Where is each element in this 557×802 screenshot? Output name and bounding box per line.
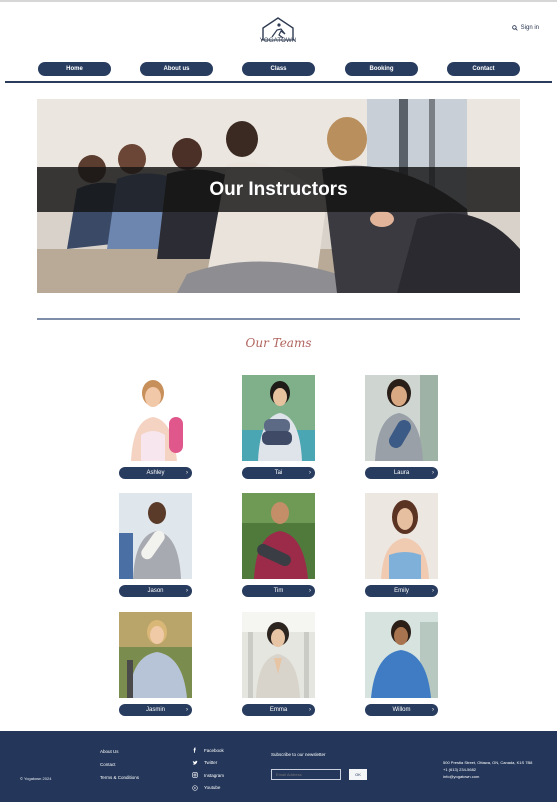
chevron-right-icon: › [186,588,188,594]
chevron-right-icon: › [186,470,188,476]
instructor-card: Willom › [365,612,438,716]
sign-in-label: Sign in [520,25,539,31]
section-divider [37,318,520,320]
instructor-name: Ashley [146,470,165,476]
instructor-photo [242,375,315,461]
instructor-name: Willom [392,707,411,713]
instagram-icon [192,772,198,778]
instructor-name-button[interactable]: Tim › [242,585,315,597]
nav-booking-button[interactable]: Booking [345,62,418,76]
instructor-card: Ashley › [119,375,192,479]
footer-link-contact[interactable]: Contact [100,762,139,767]
chevron-right-icon: › [432,470,434,476]
social-label: Twitter [204,760,218,766]
social-link-youtube[interactable]: Youtube [192,782,224,795]
contact-phone: +1 (613) 234-5682 [443,767,477,772]
instructor-name-button[interactable]: Emma › [242,704,315,716]
social-label: Youtube [204,785,221,791]
chevron-right-icon: › [186,707,188,713]
instructor-photo [365,375,438,461]
chevron-right-icon: › [309,707,311,713]
instructor-name-button[interactable]: Laura › [365,467,438,479]
instructor-name: Emma [269,707,288,713]
instructor-card: Tim › [242,493,315,597]
instructor-photo [365,612,438,698]
instructor-name: Laura [393,470,410,476]
instructor-name: Emily [394,588,409,594]
instructor-name-button[interactable]: Ashley › [119,467,192,479]
sign-in-link[interactable]: Sign in [511,25,539,31]
newsletter-email-input[interactable] [271,769,341,780]
hero-title: Our Instructors [209,179,348,200]
instructor-card: Emily › [365,493,438,597]
teams-heading: Our Teams [245,336,312,350]
instructor-photo [242,612,315,698]
top-border [0,0,557,2]
newsletter-submit-button[interactable]: OK [349,769,367,780]
instructor-name: Tim [273,588,284,594]
instructor-name-button[interactable]: Tai › [242,467,315,479]
instructor-photo [119,493,192,579]
chevron-right-icon: › [432,588,434,594]
instructor-photo [119,612,192,698]
youtube-icon [192,785,198,791]
chevron-right-icon: › [309,588,311,594]
social-label: Facebook [204,747,224,753]
social-link-twitter[interactable]: Twitter [192,757,224,770]
footer-links: About Us Contact Terms & Conditions [100,749,139,788]
contact-info: 500 Prestia Street, Ottawa, ON, Canada, … [443,759,532,780]
instructor-name-button[interactable]: Jasmin › [119,704,192,716]
instructor-name-button[interactable]: Jason › [119,585,192,597]
twitter-icon [192,760,198,765]
yogatown-logo[interactable]: YOGATOWN [258,16,298,50]
social-link-instagram[interactable]: Instagram [192,769,224,782]
instructor-photo [365,493,438,579]
instructor-card: Jasmin › [119,612,192,716]
newsletter-label: Subscribe to our newsletter [271,752,326,757]
instructor-photo [119,375,192,461]
search-icon [511,25,518,31]
instructor-name-button[interactable]: Emily › [365,585,438,597]
instructor-name: Tai [274,470,283,476]
social-link-facebook[interactable]: Facebook [192,744,224,757]
nav-contact-button[interactable]: Contact [447,62,520,76]
nav-about-button[interactable]: About us [140,62,213,76]
nav-home-button[interactable]: Home [38,62,111,76]
chevron-right-icon: › [432,707,434,713]
contact-address: 500 Prestia Street, Ottawa, ON, Canada, … [443,760,533,765]
footer-link-terms[interactable]: Terms & Conditions [100,775,139,780]
instructor-card: Emma › [242,612,315,716]
instructor-card: Tai › [242,375,315,479]
facebook-icon [193,747,196,753]
site-footer: © Yogatown 2024 About Us Contact Terms &… [0,731,557,802]
copyright-text: © Yogatown 2024 [20,776,52,781]
logo-wordmark: YOGATOWN [259,38,297,44]
nav-divider [5,81,552,83]
instructor-name: Jasmin [145,707,165,713]
contact-email[interactable]: info@yogatown.com [443,773,532,780]
instructor-name: Jason [147,588,164,594]
instructor-photo [242,493,315,579]
hero-banner: Our Instructors [37,99,520,293]
instructor-card: Jason › [119,493,192,597]
footer-link-about[interactable]: About Us [100,749,139,754]
social-links: Facebook Twitter Instagram Youtube [192,744,224,794]
social-label: Instagram [204,772,225,778]
instructor-name-button[interactable]: Willom › [365,704,438,716]
chevron-right-icon: › [309,470,311,476]
main-nav: Home About us Class Booking Contact [0,62,557,76]
instructor-card: Laura › [365,375,438,479]
nav-class-button[interactable]: Class [242,62,315,76]
